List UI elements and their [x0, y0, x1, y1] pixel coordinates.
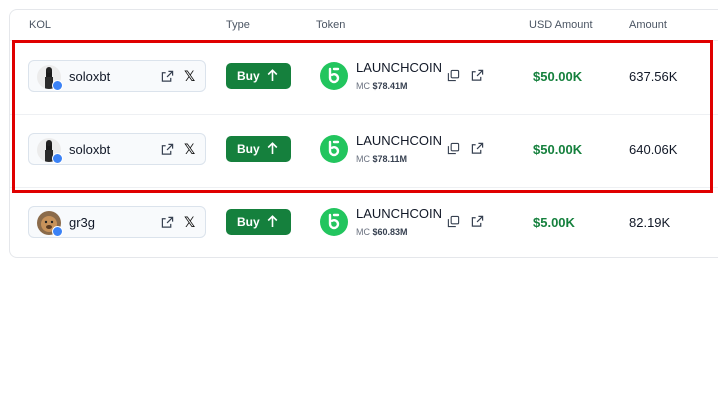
table-row: soloxbt 𝕏 Buy LAUNCHCOIN MC $78.41M $50.…: [10, 41, 718, 115]
kol-card[interactable]: gr3g 𝕏: [28, 206, 206, 238]
table-header: KOL Type Token USD Amount Amount: [10, 10, 718, 41]
x-logo-icon[interactable]: 𝕏: [184, 215, 198, 229]
buy-button[interactable]: Buy: [226, 63, 291, 89]
mc-value: $78.11M: [372, 154, 408, 164]
external-link-icon[interactable]: [471, 69, 484, 82]
token-market-cap: MC $60.83M: [356, 227, 408, 237]
mc-label: MC: [356, 81, 370, 91]
copy-icon[interactable]: [447, 142, 460, 155]
token-name[interactable]: LAUNCHCOIN: [356, 206, 442, 221]
avatar[interactable]: [37, 211, 63, 237]
token-amount: 637.56K: [629, 69, 678, 84]
external-link-icon[interactable]: [161, 143, 174, 156]
usd-amount: $50.00K: [533, 142, 583, 157]
token-market-cap: MC $78.41M: [356, 81, 408, 91]
external-link-icon[interactable]: [161, 216, 174, 229]
trades-table: KOL Type Token USD Amount Amount soloxbt…: [9, 9, 718, 258]
mc-value: $78.41M: [372, 81, 408, 91]
copy-icon[interactable]: [447, 215, 460, 228]
avatar[interactable]: [37, 138, 63, 164]
buy-label: Buy: [237, 142, 260, 156]
table-row: gr3g 𝕏 Buy LAUNCHCOIN MC $60.83M $5.00K …: [10, 187, 718, 260]
verified-dot: [52, 80, 63, 91]
avatar[interactable]: [37, 65, 63, 91]
buy-label: Buy: [237, 215, 260, 229]
external-link-icon[interactable]: [471, 142, 484, 155]
kol-name[interactable]: soloxbt: [69, 142, 110, 157]
mc-value: $60.83M: [372, 227, 408, 237]
launchcoin-logo[interactable]: [320, 62, 348, 90]
col-header-usd-amount: USD Amount: [529, 19, 593, 31]
x-logo-icon[interactable]: 𝕏: [184, 142, 198, 156]
usd-amount: $50.00K: [533, 69, 583, 84]
copy-icon[interactable]: [447, 69, 460, 82]
external-link-icon[interactable]: [161, 70, 174, 83]
token-name[interactable]: LAUNCHCOIN: [356, 133, 442, 148]
verified-dot: [52, 153, 63, 164]
kol-name[interactable]: gr3g: [69, 215, 95, 230]
mc-label: MC: [356, 154, 370, 164]
col-header-amount: Amount: [629, 19, 667, 31]
buy-button[interactable]: Buy: [226, 209, 291, 235]
kol-name[interactable]: soloxbt: [69, 69, 110, 84]
launchcoin-logo[interactable]: [320, 208, 348, 236]
arrow-up-icon: [267, 215, 278, 227]
buy-button[interactable]: Buy: [226, 136, 291, 162]
verified-dot: [52, 226, 63, 237]
buy-label: Buy: [237, 69, 260, 83]
table-row: soloxbt 𝕏 Buy LAUNCHCOIN MC $78.11M $50.…: [10, 114, 718, 188]
kol-card[interactable]: soloxbt 𝕏: [28, 133, 206, 165]
col-header-token: Token: [316, 19, 346, 31]
token-name[interactable]: LAUNCHCOIN: [356, 60, 442, 75]
token-market-cap: MC $78.11M: [356, 154, 407, 164]
arrow-up-icon: [267, 69, 278, 81]
x-logo-icon[interactable]: 𝕏: [184, 69, 198, 83]
token-amount: 82.19K: [629, 215, 671, 230]
col-header-kol: KOL: [29, 19, 52, 31]
arrow-up-icon: [267, 142, 278, 154]
external-link-icon[interactable]: [471, 215, 484, 228]
kol-card[interactable]: soloxbt 𝕏: [28, 60, 206, 92]
mc-label: MC: [356, 227, 370, 237]
col-header-type: Type: [226, 19, 250, 31]
usd-amount: $5.00K: [533, 215, 575, 230]
token-amount: 640.06K: [629, 142, 678, 157]
launchcoin-logo[interactable]: [320, 135, 348, 163]
